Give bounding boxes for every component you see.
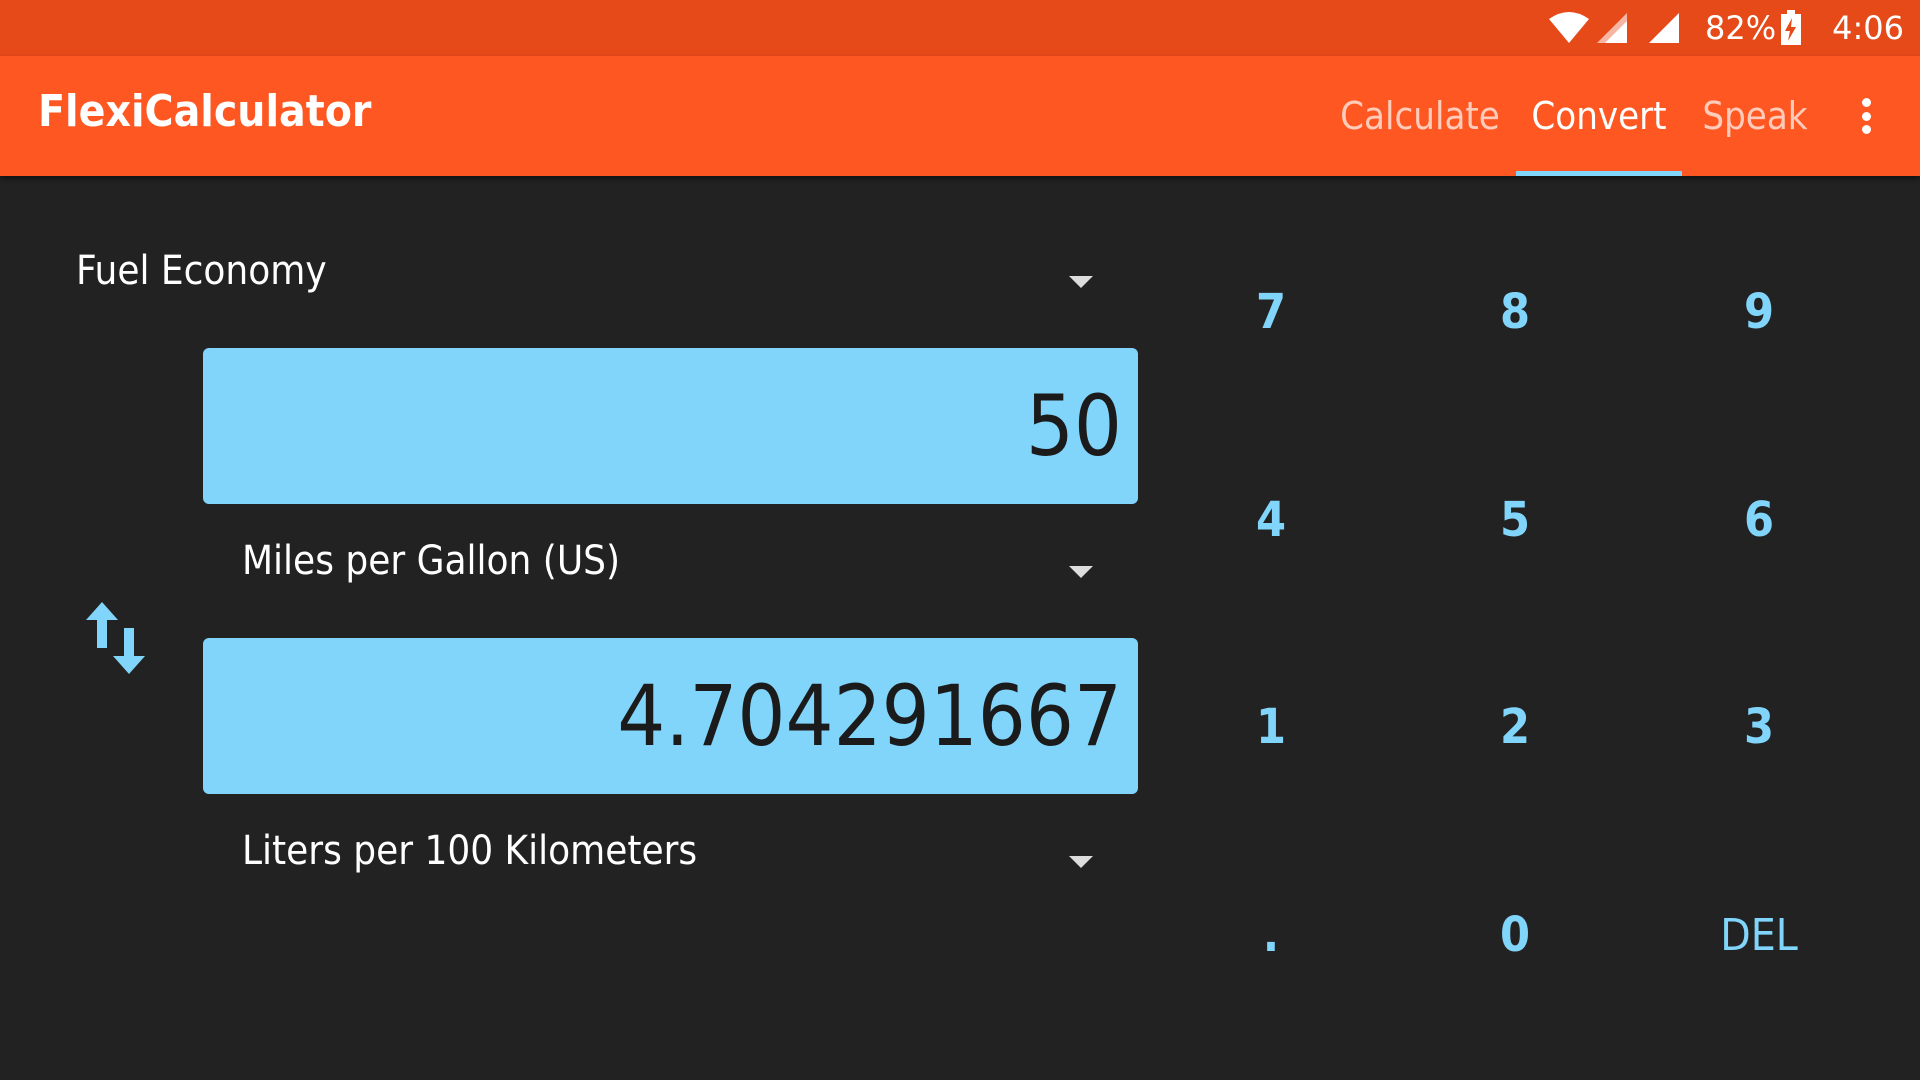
signal-icon xyxy=(1595,11,1629,45)
key-2[interactable]: 2 xyxy=(1440,677,1590,777)
key-label: 2 xyxy=(1499,699,1531,755)
tab-convert[interactable]: Convert xyxy=(1516,56,1682,176)
key-1[interactable]: 1 xyxy=(1196,677,1346,777)
tab-label: Calculate xyxy=(1340,94,1500,138)
key-8[interactable]: 8 xyxy=(1440,262,1590,362)
key-label: 9 xyxy=(1743,284,1775,340)
key-5[interactable]: 5 xyxy=(1440,470,1590,570)
key-3[interactable]: 3 xyxy=(1684,677,1834,777)
key-label: 1 xyxy=(1255,699,1287,755)
key-label: DEL xyxy=(1720,909,1798,961)
category-dropdown[interactable]: Fuel Economy xyxy=(76,248,1100,308)
key-label: 6 xyxy=(1743,492,1775,548)
tab-label: Speak xyxy=(1702,94,1808,138)
tab-speak[interactable]: Speak xyxy=(1684,56,1826,176)
key-label: . xyxy=(1262,907,1280,963)
key-0[interactable]: 0 xyxy=(1440,885,1590,985)
status-bar: 82% 4:06 xyxy=(0,0,1920,56)
key-9[interactable]: 9 xyxy=(1684,262,1834,362)
key-label: 3 xyxy=(1743,699,1775,755)
input-unit-dropdown[interactable]: Miles per Gallon (US) xyxy=(242,538,1102,598)
output-unit-label: Liters per 100 Kilometers xyxy=(242,828,698,874)
wifi-icon xyxy=(1547,11,1591,45)
key-7[interactable]: 7 xyxy=(1196,262,1346,362)
key-4[interactable]: 4 xyxy=(1196,470,1346,570)
battery-charging-icon xyxy=(1780,10,1802,46)
delete-button[interactable]: DEL xyxy=(1684,885,1834,985)
output-unit-dropdown[interactable]: Liters per 100 Kilometers xyxy=(242,828,1102,888)
dropdown-arrow-icon xyxy=(1069,566,1093,578)
key-6[interactable]: 6 xyxy=(1684,470,1834,570)
app-bar: FlexiCalculator Calculate Convert Speak xyxy=(0,56,1920,176)
swap-vertical-icon[interactable] xyxy=(82,598,152,678)
input-value-field[interactable]: 50 xyxy=(203,348,1138,504)
input-value: 50 xyxy=(1025,377,1122,475)
key-label: 7 xyxy=(1255,284,1287,340)
tab-label: Convert xyxy=(1531,94,1667,138)
output-value: 4.704291667 xyxy=(617,667,1122,765)
app-title: FlexiCalculator xyxy=(38,86,372,137)
category-label: Fuel Economy xyxy=(76,248,327,294)
tab-indicator xyxy=(1516,171,1682,176)
dropdown-arrow-icon xyxy=(1069,276,1093,288)
tab-calculate[interactable]: Calculate xyxy=(1326,56,1514,176)
more-vert-icon[interactable] xyxy=(1848,92,1884,140)
input-unit-label: Miles per Gallon (US) xyxy=(242,538,621,584)
battery-percent: 82% xyxy=(1705,9,1777,47)
key-label: 4 xyxy=(1255,492,1287,548)
clock: 4:06 xyxy=(1832,9,1904,47)
key-decimal[interactable]: . xyxy=(1196,885,1346,985)
key-label: 0 xyxy=(1499,907,1531,963)
output-value-field[interactable]: 4.704291667 xyxy=(203,638,1138,794)
signal-icon xyxy=(1647,11,1681,45)
dropdown-arrow-icon xyxy=(1069,856,1093,868)
key-label: 5 xyxy=(1499,492,1531,548)
key-label: 8 xyxy=(1499,284,1531,340)
